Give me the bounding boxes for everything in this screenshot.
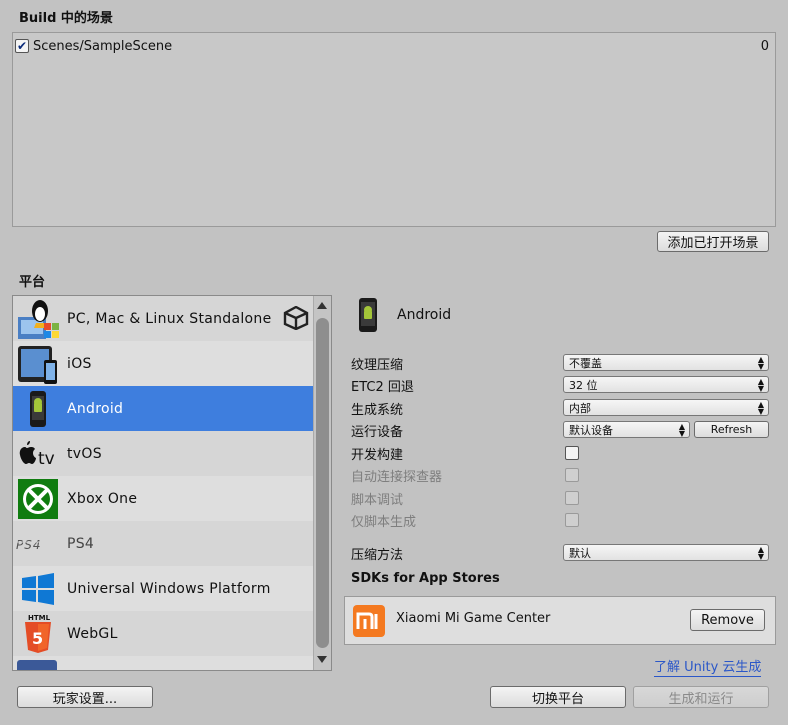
platform-item-ps4[interactable]: PS4 PS4 xyxy=(13,521,313,566)
compression-method-dropdown[interactable]: 默认 ▲ ▼ xyxy=(563,544,769,561)
platform-item-tvos[interactable]: tv tvOS xyxy=(13,431,313,476)
sdk-list: Xiaomi Mi Game Center Remove xyxy=(344,596,776,645)
scenes-in-build-title: Build 中的场景 xyxy=(19,11,113,26)
pc-mac-linux-icon xyxy=(16,297,60,341)
svg-text:HTML: HTML xyxy=(28,614,51,622)
scroll-up-arrow-icon[interactable] xyxy=(317,302,327,309)
android-platform-icon xyxy=(356,298,380,336)
texture-compression-dropdown[interactable]: 不覆盖 ▲ ▼ xyxy=(563,354,769,371)
run-device-label: 运行设备 xyxy=(351,425,404,440)
scroll-down-arrow-icon[interactable] xyxy=(317,656,327,663)
remove-sdk-button[interactable]: Remove xyxy=(690,609,765,631)
etc2-fallback-dropdown[interactable]: 32 位 ▲ ▼ xyxy=(563,376,769,393)
platform-item-uwp[interactable]: Universal Windows Platform xyxy=(13,566,313,611)
dropdown-arrow-icon: ▲ ▼ xyxy=(757,376,764,393)
scripts-only-build-label: 仅脚本生成 xyxy=(351,515,417,530)
texture-compression-label: 纹理压缩 xyxy=(351,358,404,373)
scroll-thumb[interactable] xyxy=(316,318,329,648)
ios-icon xyxy=(16,342,60,386)
add-open-scenes-button[interactable]: 添加已打开场景 xyxy=(657,231,769,252)
scene-index: 0 xyxy=(760,38,769,54)
script-debugging-label: 脚本调试 xyxy=(351,493,404,508)
platform-item-android[interactable]: Android xyxy=(13,386,313,431)
scenes-list: ✔ Scenes/SampleScene 0 xyxy=(12,32,776,227)
facebook-icon xyxy=(17,660,57,670)
autoconnect-profiler-label: 自动连接探查器 xyxy=(351,470,443,485)
platform-title: 平台 xyxy=(19,275,46,290)
dropdown-value: 不覆盖 xyxy=(569,356,602,370)
platform-item-partial[interactable] xyxy=(13,656,313,670)
platform-name: Android xyxy=(67,400,124,417)
build-and-run-button[interactable]: 生成和运行 xyxy=(633,686,769,708)
sdks-title: SDKs for App Stores xyxy=(351,571,500,586)
switch-platform-button[interactable]: 切换平台 xyxy=(490,686,626,708)
platform-list[interactable]: PC, Mac & Linux Standalone iOS Android t… xyxy=(12,295,332,671)
scene-include-checkbox[interactable]: ✔ xyxy=(15,39,29,53)
svg-text:tv: tv xyxy=(38,449,55,469)
svg-text:5: 5 xyxy=(32,629,43,648)
development-build-label: 开发构建 xyxy=(351,448,404,463)
platform-name: iOS xyxy=(67,355,92,372)
script-debugging-checkbox[interactable] xyxy=(565,491,579,505)
selected-platform-title: Android xyxy=(397,307,452,323)
refresh-devices-button[interactable]: Refresh xyxy=(694,421,769,438)
platform-name: Universal Windows Platform xyxy=(67,580,271,597)
dropdown-value: 内部 xyxy=(569,401,591,415)
scripts-only-build-checkbox[interactable] xyxy=(565,513,579,527)
scene-path: Scenes/SampleScene xyxy=(33,38,173,54)
dropdown-arrow-icon: ▲ ▼ xyxy=(757,354,764,371)
dropdown-arrow-icon: ▲ ▼ xyxy=(678,421,685,438)
build-system-dropdown[interactable]: 内部 ▲ ▼ xyxy=(563,399,769,416)
platform-item-xbox-one[interactable]: Xbox One xyxy=(13,476,313,521)
ps4-icon: PS4 xyxy=(16,522,60,566)
player-settings-button[interactable]: 玩家设置... xyxy=(17,686,153,708)
link-text: 了解 Unity 云生成 xyxy=(654,660,762,675)
platform-item-pc-mac-linux[interactable]: PC, Mac & Linux Standalone xyxy=(13,296,313,341)
build-system-label: 生成系统 xyxy=(351,403,404,418)
platform-list-scrollbar[interactable] xyxy=(313,296,331,670)
unity-logo-icon xyxy=(283,305,309,334)
platform-item-webgl[interactable]: HTML 5 WebGL xyxy=(13,611,313,656)
html5-icon: HTML 5 xyxy=(16,612,60,656)
tvos-icon: tv xyxy=(16,432,60,476)
dropdown-arrow-icon: ▲ ▼ xyxy=(757,544,764,561)
xbox-icon xyxy=(16,477,60,521)
etc2-fallback-label: ETC2 回退 xyxy=(351,380,414,395)
platform-name: WebGL xyxy=(67,625,118,642)
scene-row[interactable]: ✔ Scenes/SampleScene 0 xyxy=(15,37,769,55)
android-icon xyxy=(16,387,60,431)
platform-item-ios[interactable]: iOS xyxy=(13,341,313,386)
sdk-name: Xiaomi Mi Game Center xyxy=(396,611,551,626)
svg-text:PS4: PS4 xyxy=(16,538,42,552)
compression-method-label: 压缩方法 xyxy=(351,548,404,563)
platform-name: Xbox One xyxy=(67,490,138,507)
run-device-dropdown[interactable]: 默认设备 ▲ ▼ xyxy=(563,421,690,438)
dropdown-value: 默认设备 xyxy=(569,423,613,437)
dropdown-value: 默认 xyxy=(569,546,591,560)
windows-icon xyxy=(16,567,60,611)
platform-name: tvOS xyxy=(67,445,102,462)
unity-cloud-build-link[interactable]: 了解 Unity 云生成 xyxy=(654,656,762,677)
xiaomi-logo-icon xyxy=(353,605,385,637)
autoconnect-profiler-checkbox[interactable] xyxy=(565,468,579,482)
dropdown-arrow-icon: ▲ ▼ xyxy=(757,399,764,416)
platform-name: PC, Mac & Linux Standalone xyxy=(67,310,272,327)
platform-name: PS4 xyxy=(67,535,95,552)
dropdown-value: 32 位 xyxy=(569,378,598,392)
development-build-checkbox[interactable] xyxy=(565,446,579,460)
